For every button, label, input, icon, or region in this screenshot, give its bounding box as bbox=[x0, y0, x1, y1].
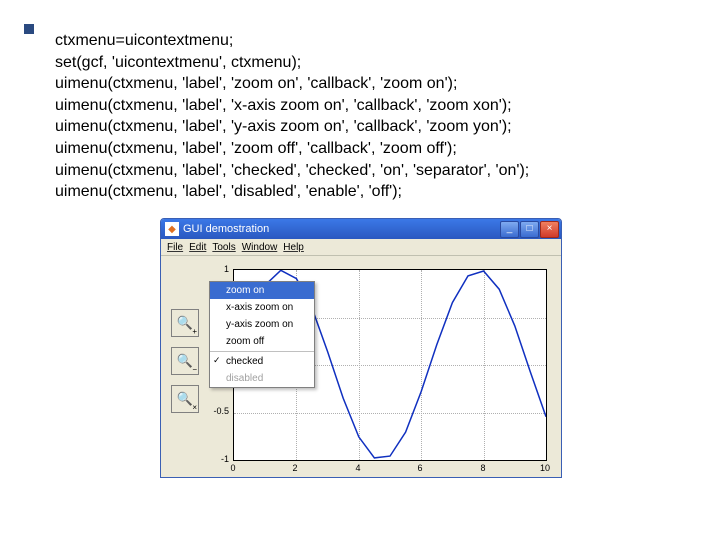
slide-bullet bbox=[20, 20, 34, 34]
ytick: 1 bbox=[224, 264, 229, 274]
menu-help[interactable]: Help bbox=[283, 242, 304, 253]
gui-figure-window: ◆ GUI demostration _ □ × File Edit Tools… bbox=[160, 218, 562, 478]
ctx-checked[interactable]: checked bbox=[210, 353, 314, 370]
ytick: -0.5 bbox=[213, 406, 229, 416]
window-title: GUI demostration bbox=[183, 223, 269, 235]
ctx-x-zoom-on[interactable]: x-axis zoom on bbox=[210, 299, 314, 316]
ctx-separator bbox=[210, 351, 314, 352]
xtick: 0 bbox=[230, 463, 235, 473]
code-line: uimenu(ctxmenu, 'label', 'zoom off', 'ca… bbox=[55, 138, 529, 160]
code-line: uimenu(ctxmenu, 'label', 'disabled', 'en… bbox=[55, 181, 529, 203]
code-line: ctxmenu=uicontextmenu; bbox=[55, 30, 529, 52]
matlab-icon: ◆ bbox=[165, 222, 179, 236]
zoom-out-icon[interactable]: 🔍− bbox=[171, 347, 199, 375]
code-line: uimenu(ctxmenu, 'label', 'zoom on', 'cal… bbox=[55, 73, 529, 95]
titlebar[interactable]: ◆ GUI demostration _ □ × bbox=[161, 219, 561, 239]
menubar: File Edit Tools Window Help bbox=[161, 239, 561, 256]
ytick: -1 bbox=[221, 454, 229, 464]
context-menu[interactable]: zoom on x-axis zoom on y-axis zoom on zo… bbox=[209, 281, 315, 388]
zoom-in-icon[interactable]: 🔍+ bbox=[171, 309, 199, 337]
ctx-zoom-off[interactable]: zoom off bbox=[210, 333, 314, 350]
menu-tools[interactable]: Tools bbox=[212, 242, 235, 253]
code-line: set(gcf, 'uicontextmenu', ctxmenu); bbox=[55, 52, 529, 74]
menu-window[interactable]: Window bbox=[242, 242, 278, 253]
toolbar: 🔍+ 🔍− 🔍× bbox=[171, 309, 197, 413]
ctx-y-zoom-on[interactable]: y-axis zoom on bbox=[210, 316, 314, 333]
menu-edit[interactable]: Edit bbox=[189, 242, 206, 253]
zoom-reset-icon[interactable]: 🔍× bbox=[171, 385, 199, 413]
ctx-disabled: disabled bbox=[210, 370, 314, 387]
xtick: 4 bbox=[355, 463, 360, 473]
menu-file[interactable]: File bbox=[167, 242, 183, 253]
code-line: uimenu(ctxmenu, 'label', 'checked', 'che… bbox=[55, 160, 529, 182]
xtick: 10 bbox=[540, 463, 550, 473]
close-button[interactable]: × bbox=[540, 221, 559, 238]
minimize-button[interactable]: _ bbox=[500, 221, 519, 238]
maximize-button[interactable]: □ bbox=[520, 221, 539, 238]
xtick: 6 bbox=[417, 463, 422, 473]
ctx-zoom-on[interactable]: zoom on bbox=[210, 282, 314, 299]
code-line: uimenu(ctxmenu, 'label', 'y-axis zoom on… bbox=[55, 116, 529, 138]
code-line: uimenu(ctxmenu, 'label', 'x-axis zoom on… bbox=[55, 95, 529, 117]
code-block: ctxmenu=uicontextmenu; set(gcf, 'uiconte… bbox=[55, 30, 529, 203]
xtick: 8 bbox=[480, 463, 485, 473]
xtick: 2 bbox=[292, 463, 297, 473]
